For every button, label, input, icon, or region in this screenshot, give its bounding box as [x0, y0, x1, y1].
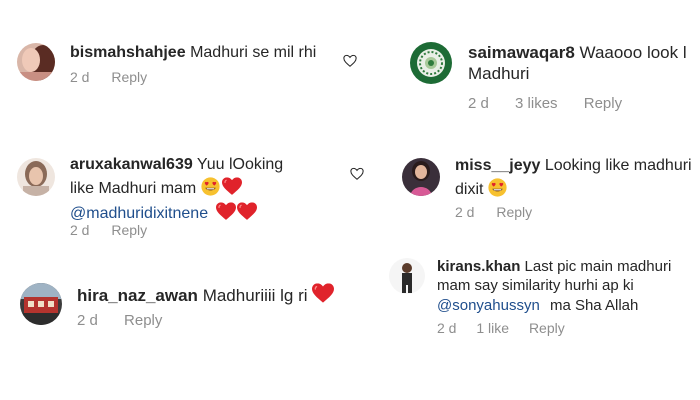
heart-eyes-emoji: [201, 177, 220, 196]
comment-message-line2: mam say similarity hurhi ap ki: [437, 277, 634, 295]
timestamp: 2 d: [437, 320, 457, 336]
comment-meta: 2 d Reply: [70, 222, 147, 238]
username[interactable]: kirans.khan: [437, 258, 520, 275]
comment-text: miss__jeyy Looking like madhuri dixit: [455, 157, 692, 200]
avatar-bismahshahjee[interactable]: [17, 43, 55, 81]
username[interactable]: hira_naz_awan: [77, 286, 198, 305]
comment-message: Madhuriiii lg ri: [202, 286, 308, 305]
timestamp: 2 d: [455, 204, 475, 220]
avatar-miss__jeyy[interactable]: [402, 158, 440, 196]
username[interactable]: aruxakanwal639: [70, 156, 193, 173]
comment-meta: 2 d Reply: [455, 204, 532, 220]
comment-text: aruxakanwal639 Yuu lOoking like Madhuri …: [70, 156, 283, 223]
comment-message-line1: Yuu lOoking: [196, 156, 284, 173]
timestamp: 2 d: [77, 312, 98, 329]
comment-meta: 2 d 3 likes Reply: [468, 95, 622, 112]
reply-button[interactable]: Reply: [496, 204, 532, 220]
avatar-aruxakanwal639[interactable]: [17, 158, 55, 196]
comment-message-line2: Madhuri: [468, 63, 530, 83]
avatar-saimawaqar8[interactable]: [410, 42, 452, 84]
timestamp: 2 d: [70, 69, 90, 85]
comment-message-line1: Waaooo look l: [579, 43, 687, 62]
mention-link[interactable]: @madhuridixitnene: [70, 205, 208, 222]
likes-count[interactable]: 1 like: [476, 320, 509, 336]
avatar-hira_naz_awan[interactable]: [20, 283, 62, 325]
reply-button[interactable]: Reply: [111, 69, 147, 85]
comment-text: bismahshahjee Madhuri se mil rhi: [70, 44, 316, 62]
like-heart-icon[interactable]: [343, 54, 357, 68]
red-heart-emoji: [216, 202, 236, 221]
comment-text: kirans.khan Last pic main madhuri mam sa…: [437, 258, 671, 314]
username[interactable]: miss__jeyy: [455, 157, 540, 174]
reply-button[interactable]: Reply: [124, 312, 162, 329]
reply-button[interactable]: Reply: [529, 320, 565, 336]
avatar-kirans.khan[interactable]: [389, 258, 425, 294]
red-heart-emoji: [237, 202, 257, 221]
reply-button[interactable]: Reply: [111, 222, 147, 238]
red-heart-emoji: [222, 177, 242, 196]
comment-meta: 2 d Reply: [70, 69, 147, 85]
comment-message: Madhuri se mil rhi: [190, 44, 317, 61]
mention-link[interactable]: @sonyahussyn: [437, 297, 540, 314]
comment-meta: 2 d Reply: [77, 312, 162, 329]
likes-count[interactable]: 3 likes: [515, 95, 558, 112]
comment-message-line1: Last pic main madhuri: [524, 258, 672, 275]
reply-button[interactable]: Reply: [584, 95, 622, 112]
timestamp: 2 d: [70, 222, 90, 238]
heart-eyes-emoji: [488, 178, 507, 197]
like-heart-icon[interactable]: [350, 167, 364, 181]
comment-message-line1: Looking like madhuri: [544, 157, 692, 174]
timestamp: 2 d: [468, 95, 489, 112]
comment-text: saimawaqar8 Waaooo look l Madhuri: [468, 43, 687, 83]
comment-message-line2: like Madhuri mam: [70, 180, 197, 198]
comment-message-line3: ma Sha Allah: [549, 296, 639, 314]
comment-meta: 2 d 1 like Reply: [437, 320, 565, 336]
red-heart-emoji: [312, 283, 334, 304]
username[interactable]: saimawaqar8: [468, 43, 575, 62]
username[interactable]: bismahshahjee: [70, 44, 186, 61]
comment-text: hira_naz_awan Madhuriiii lg ri: [77, 283, 334, 306]
comment-message-line2: dixit: [455, 181, 484, 199]
